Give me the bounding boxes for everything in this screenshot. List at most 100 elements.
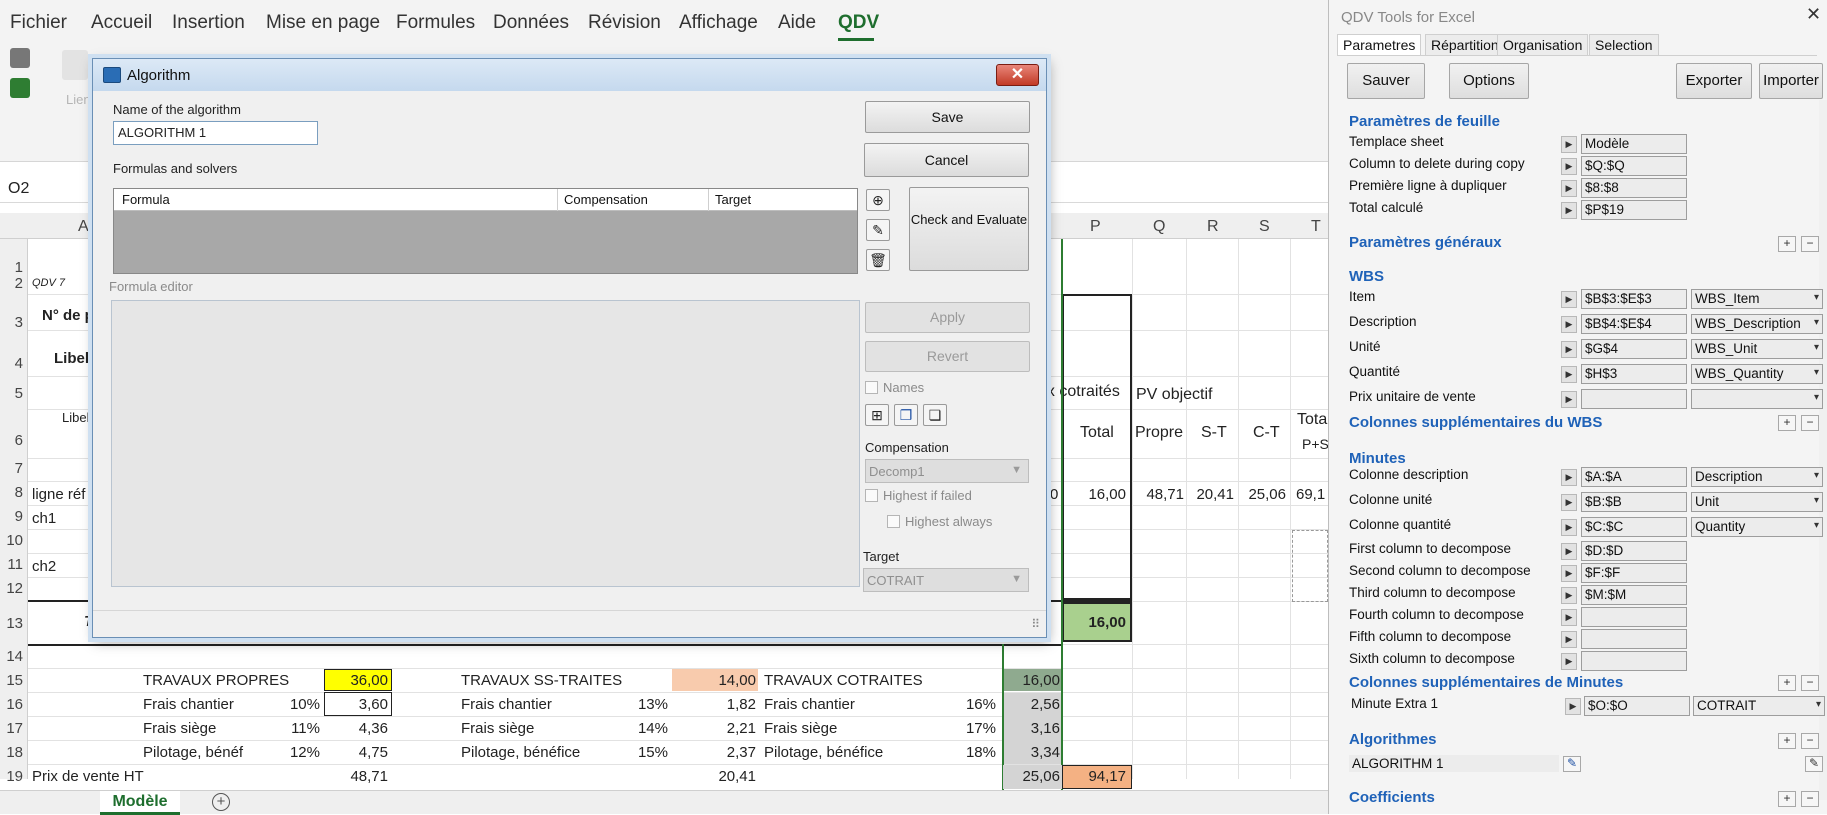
add-icon[interactable]: +: [1778, 733, 1796, 749]
summary-label2-1[interactable]: TRAVAUX SS-TRAITES: [461, 672, 622, 689]
summary-label-1[interactable]: TRAVAUX PROPRES: [143, 672, 289, 689]
summary-val2-2[interactable]: 1,82: [674, 696, 756, 713]
arrow-right-icon[interactable]: ▶: [1561, 469, 1577, 486]
param-value[interactable]: $Q:$Q: [1581, 156, 1687, 176]
add-icon[interactable]: +: [1778, 415, 1796, 431]
menu-insertion[interactable]: Insertion: [172, 12, 245, 34]
row-header[interactable]: 10: [6, 532, 23, 549]
target-select[interactable]: COTRAIT ▼: [863, 568, 1029, 592]
summary-label3-1[interactable]: TRAVAUX COTRAITES: [764, 672, 923, 689]
cell-q8[interactable]: 48,71: [1134, 486, 1184, 503]
cell-a9[interactable]: ch1: [32, 510, 56, 527]
tab-organisation[interactable]: Organisation: [1497, 34, 1589, 56]
add-icon[interactable]: +: [1778, 675, 1796, 691]
row-header[interactable]: 7: [15, 460, 23, 477]
row-header[interactable]: 9: [15, 508, 23, 525]
delete-formula-icon[interactable]: 🗑: [866, 249, 890, 271]
sheet-tab-modele[interactable]: Modèle: [100, 791, 180, 815]
minutes-value[interactable]: $C:$C: [1581, 517, 1687, 537]
cell-a11[interactable]: ch2: [32, 558, 56, 575]
add-formula-icon[interactable]: ⊕: [866, 189, 890, 211]
row-header[interactable]: 2: [15, 275, 23, 292]
cell-t8[interactable]: 69,1: [1296, 486, 1325, 503]
summary-val-4[interactable]: 4,75: [326, 744, 388, 761]
minutes-value[interactable]: [1581, 629, 1687, 649]
summary-pct3-2[interactable]: 16%: [944, 696, 996, 713]
formula-grid[interactable]: Formula Compensation Target: [113, 188, 858, 274]
minute-extra-combo[interactable]: COTRAIT ▾: [1693, 696, 1825, 716]
menu-donnees[interactable]: Données: [493, 12, 569, 34]
cell-p8[interactable]: 16,00: [1070, 486, 1126, 503]
summary-pct3-3[interactable]: 17%: [944, 720, 996, 737]
robot-icon[interactable]: [10, 78, 30, 98]
add-sheet-icon[interactable]: +: [212, 793, 230, 811]
wbs-value[interactable]: $H$3: [1581, 364, 1687, 384]
remove-icon[interactable]: −: [1801, 791, 1819, 807]
hdr-total[interactable]: Total: [1080, 424, 1114, 442]
minutes-value[interactable]: $A:$A: [1581, 467, 1687, 487]
row-header[interactable]: 18: [6, 744, 23, 761]
row-header[interactable]: 16: [6, 696, 23, 713]
edit-formula-icon[interactable]: ✎: [866, 219, 890, 241]
tab-repartition[interactable]: Répartition: [1425, 34, 1505, 56]
summary-val3-1[interactable]: 16,00: [1005, 672, 1060, 689]
wbs-value[interactable]: $G$4: [1581, 339, 1687, 359]
summary-label3-4[interactable]: Pilotage, bénéfice: [764, 744, 883, 761]
summary-val2-3[interactable]: 2,21: [674, 720, 756, 737]
wbs-combo[interactable]: WBS_Unit ▾: [1691, 339, 1823, 359]
arrow-right-icon[interactable]: ▶: [1561, 316, 1577, 333]
edit-icon[interactable]: ✎: [1805, 756, 1823, 772]
param-value[interactable]: $P$19: [1581, 200, 1687, 220]
menu-revision[interactable]: Révision: [588, 12, 661, 34]
insert-icon[interactable]: ⊞: [865, 404, 889, 426]
minutes-combo[interactable]: Quantity ▾: [1691, 517, 1823, 537]
cell-r19-d[interactable]: 94,17: [1064, 768, 1126, 785]
minutes-value[interactable]: $B:$B: [1581, 492, 1687, 512]
row-header[interactable]: 19: [6, 768, 23, 785]
cell-a3[interactable]: N° de p: [42, 307, 94, 324]
section-minutes-extra[interactable]: Colonnes supplémentaires de Minutes: [1349, 674, 1623, 691]
col-header-s[interactable]: S: [1259, 218, 1270, 236]
wbs-value[interactable]: $B$4:$E$4: [1581, 314, 1687, 334]
cell-a8[interactable]: ligne réf: [32, 486, 85, 503]
row-header[interactable]: 3: [15, 314, 23, 331]
arrow-right-icon[interactable]: ▶: [1561, 136, 1577, 153]
cell-a5[interactable]: Libel: [62, 410, 89, 425]
row-header[interactable]: 12: [6, 580, 23, 597]
paste-icon[interactable]: ❏: [923, 404, 947, 426]
row-header[interactable]: 5: [15, 385, 23, 402]
minutes-value[interactable]: $D:$D: [1581, 541, 1687, 561]
arrow-right-icon[interactable]: ▶: [1561, 291, 1577, 308]
minutes-combo[interactable]: Description ▾: [1691, 467, 1823, 487]
tab-parametres[interactable]: Parametres: [1337, 34, 1422, 56]
resize-grip-icon[interactable]: ⠿: [1031, 617, 1040, 631]
algorithm-item[interactable]: ALGORITHM 1: [1349, 755, 1559, 772]
save-button[interactable]: Sauver: [1347, 63, 1425, 99]
algorithm-name-input[interactable]: ALGORITHM 1: [113, 121, 318, 145]
summary-val3-2[interactable]: 2,56: [1005, 696, 1060, 713]
menu-fichier[interactable]: Fichier: [10, 12, 67, 34]
summary-val2-1[interactable]: 14,00: [674, 672, 756, 689]
arrow-right-icon[interactable]: ▶: [1561, 158, 1577, 175]
cell-r8[interactable]: 20,41: [1188, 486, 1234, 503]
section-algorithms[interactable]: Algorithmes: [1349, 731, 1437, 748]
check-evaluate-button[interactable]: Check and Evaluate: [909, 187, 1029, 271]
section-wbs[interactable]: WBS: [1349, 268, 1384, 285]
highest-if-failed-checkbox[interactable]: [865, 489, 878, 502]
names-checkbox[interactable]: [865, 381, 878, 394]
col-header-q[interactable]: Q: [1153, 218, 1165, 236]
arrow-right-icon[interactable]: ▶: [1561, 341, 1577, 358]
col-formula[interactable]: Formula: [122, 192, 170, 207]
row-header[interactable]: 1: [15, 259, 23, 276]
row-header[interactable]: 4: [15, 355, 23, 372]
wbs-value[interactable]: [1581, 389, 1687, 409]
minutes-value[interactable]: [1581, 607, 1687, 627]
arrow-right-icon[interactable]: ▶: [1561, 202, 1577, 219]
cell-o8[interactable]: 0: [1050, 486, 1058, 503]
hdr-st[interactable]: S-T: [1201, 424, 1227, 442]
wbs-value[interactable]: $B$3:$E$3: [1581, 289, 1687, 309]
summary-label-3[interactable]: Frais siège: [143, 720, 216, 737]
summary-label-4[interactable]: Pilotage, bénéf: [143, 744, 243, 761]
cell-a2[interactable]: QDV 7: [32, 277, 65, 289]
cell-a19[interactable]: Prix de vente HT: [32, 768, 144, 785]
